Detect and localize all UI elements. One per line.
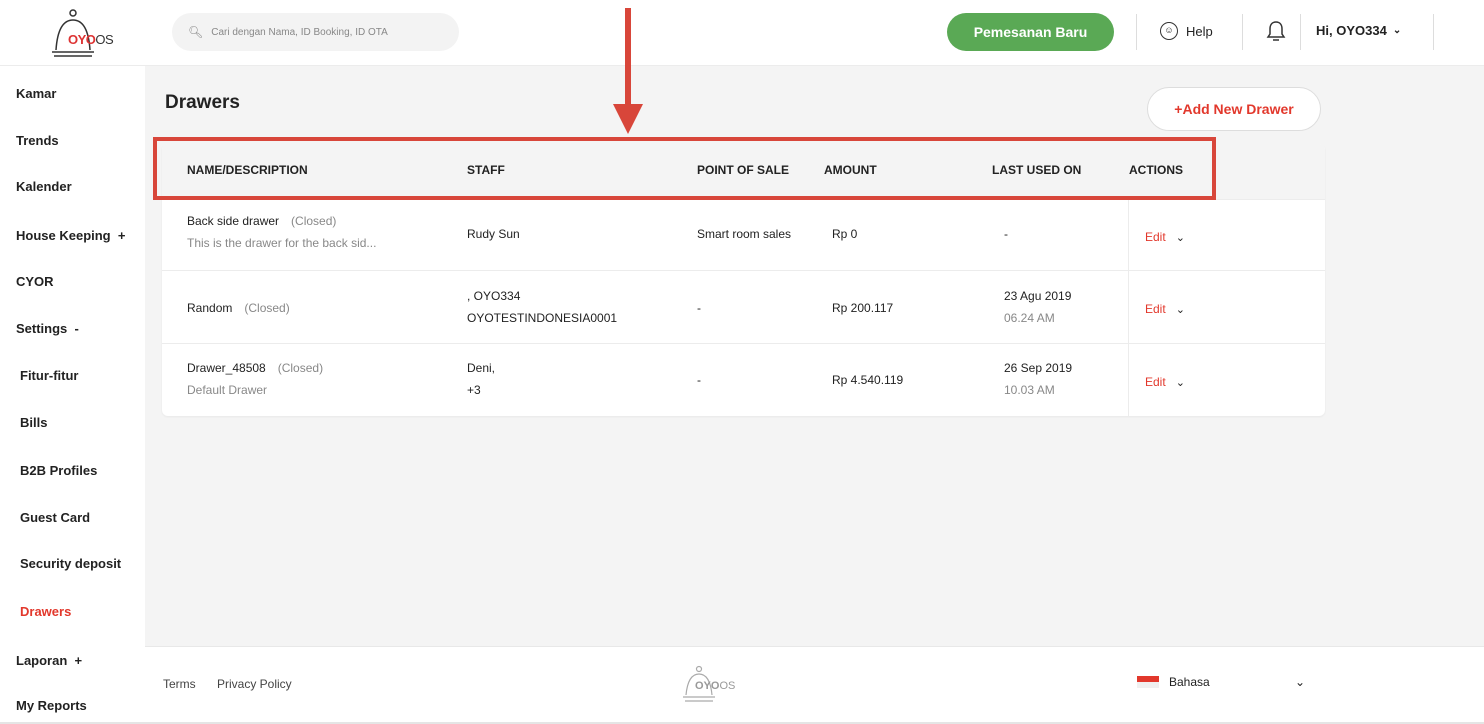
sidebar-item-my-reports[interactable]: My Reports — [16, 698, 87, 713]
sidebar-item-guest-card[interactable]: Guest Card — [20, 510, 90, 525]
logo-text: OYOOS — [68, 32, 114, 47]
notification-bell-icon[interactable] — [1266, 20, 1286, 47]
edit-action[interactable]: Edit ⌄ — [1145, 302, 1185, 316]
actions-cell-divider — [1128, 344, 1129, 416]
table-row: Random (Closed) , OYO334 OYOTESTINDONESIA… — [162, 270, 1325, 343]
table-header: NAME/DESCRIPTION STAFF POINT OF SALE AMO… — [162, 144, 1325, 199]
drawer-description: This is the drawer for the back sid... — [187, 236, 377, 250]
sidebar-item-trends[interactable]: Trends — [16, 133, 59, 148]
divider — [1433, 14, 1434, 50]
sidebar-item-bills[interactable]: Bills — [20, 415, 47, 430]
drawer-name[interactable]: Drawer_48508 (Closed) — [187, 361, 323, 375]
last-used-time: 10.03 AM — [1004, 383, 1055, 397]
amount-cell: Rp 200.117 — [832, 301, 894, 315]
drawer-name-text: Drawer_48508 — [187, 361, 266, 375]
column-header-name: NAME/DESCRIPTION — [187, 163, 308, 177]
sidebar-item-laporan[interactable]: Laporan + — [16, 653, 82, 668]
new-booking-button[interactable]: Pemesanan Baru — [947, 13, 1114, 51]
column-header-last-used: LAST USED ON — [992, 163, 1082, 177]
drawer-name-text: Random — [187, 301, 233, 315]
drawer-description: Default Drawer — [187, 383, 268, 397]
column-header-amount: AMOUNT — [824, 163, 877, 177]
edit-label: Edit — [1145, 230, 1166, 244]
amount-cell: Rp 0 — [832, 227, 858, 241]
sidebar: Kamar Trends Kalender House Keeping + CY… — [0, 66, 145, 724]
divider — [1136, 14, 1137, 50]
top-bar: OYOOS 🔍︎ Pemesanan Baru ☺ Help Hi, OYO33… — [0, 0, 1484, 66]
staff-cell-secondary: +3 — [467, 383, 481, 397]
chevron-down-icon[interactable]: ⌄ — [1176, 303, 1185, 316]
divider — [1300, 14, 1301, 50]
staff-cell: Deni, — [467, 361, 496, 375]
sidebar-item-cyor[interactable]: CYOR — [16, 274, 54, 289]
staff-cell: Rudy Sun — [467, 227, 520, 241]
edit-label: Edit — [1145, 375, 1166, 389]
last-used-time: 06.24 AM — [1004, 311, 1055, 325]
drawer-name[interactable]: Random (Closed) — [187, 301, 290, 315]
edit-action[interactable]: Edit ⌄ — [1145, 375, 1185, 389]
sidebar-item-drawers[interactable]: Drawers — [20, 604, 71, 619]
chevron-down-icon[interactable]: ⌄ — [1295, 675, 1305, 689]
pos-cell: Smart room sales — [697, 227, 792, 241]
language-label: Bahasa — [1169, 675, 1210, 689]
search-bar[interactable]: 🔍︎ — [172, 13, 459, 51]
user-greeting: Hi, OYO334 — [1316, 23, 1387, 38]
footer: Terms Privacy Policy OYOOS Bahasa ⌄ — [145, 646, 1484, 724]
sidebar-item-security-deposit[interactable]: Security deposit — [20, 556, 121, 571]
oyo-os-logo[interactable]: OYOOS — [48, 8, 148, 60]
drawer-name[interactable]: Back side drawer (Closed) — [187, 214, 336, 228]
sidebar-item-kalender[interactable]: Kalender — [16, 179, 72, 194]
indonesia-flag-icon — [1137, 676, 1159, 688]
drawer-status: (Closed) — [277, 361, 324, 375]
sidebar-item-kamar[interactable]: Kamar — [16, 86, 56, 101]
pos-cell: - — [697, 373, 701, 387]
sidebar-item-fitur-fitur[interactable]: Fitur-fitur — [20, 368, 78, 383]
drawers-table: NAME/DESCRIPTION STAFF POINT OF SALE AMO… — [162, 144, 1325, 416]
drawer-status: (Closed) — [244, 301, 290, 315]
help-face-icon: ☺ — [1160, 22, 1178, 40]
terms-link[interactable]: Terms — [163, 677, 196, 691]
user-menu[interactable]: Hi, OYO334 ⌄ — [1316, 23, 1401, 38]
table-row: Back side drawer (Closed) This is the dra… — [162, 199, 1325, 270]
edit-label: Edit — [1145, 302, 1166, 316]
sidebar-item-b2b-profiles[interactable]: B2B Profiles — [20, 463, 97, 478]
drawer-status: (Closed) — [291, 214, 337, 228]
column-header-staff: STAFF — [467, 163, 505, 177]
search-icon: 🔍︎ — [188, 25, 204, 39]
chevron-down-icon: ⌄ — [1392, 25, 1402, 36]
actions-cell-divider — [1128, 271, 1129, 343]
amount-cell: Rp 4.540.119 — [832, 373, 904, 387]
last-used-date: 23 Agu 2019 — [1004, 289, 1072, 303]
privacy-policy-link[interactable]: Privacy Policy — [217, 677, 292, 691]
column-header-pos: POINT OF SALE — [697, 163, 790, 177]
table-row: Drawer_48508 (Closed) Default Drawer Deni… — [162, 343, 1325, 416]
add-new-drawer-button[interactable]: +Add New Drawer — [1147, 87, 1321, 131]
language-selector[interactable]: Bahasa — [1137, 675, 1210, 689]
chevron-down-icon[interactable]: ⌄ — [1176, 231, 1185, 244]
help-label: Help — [1186, 23, 1213, 39]
sidebar-item-house-keeping[interactable]: House Keeping + — [16, 228, 125, 243]
last-used-date: 26 Sep 2019 — [1004, 361, 1073, 375]
edit-action[interactable]: Edit ⌄ — [1145, 230, 1185, 244]
chevron-down-icon[interactable]: ⌄ — [1176, 376, 1185, 389]
divider — [1242, 14, 1243, 50]
staff-cell-secondary: OYOTESTINDONESIA0001 — [467, 311, 618, 325]
sidebar-item-settings[interactable]: Settings - — [16, 321, 79, 336]
pos-cell: - — [697, 301, 701, 315]
main-content: Drawers +Add New Drawer NAME/DESCRIPTION… — [145, 66, 1484, 646]
staff-cell: , OYO334 — [467, 289, 521, 303]
actions-cell-divider — [1128, 200, 1129, 270]
page-title: Drawers — [165, 92, 240, 113]
search-input[interactable] — [211, 26, 452, 38]
last-used-date: - — [1004, 227, 1008, 241]
help-button[interactable]: ☺ Help — [1160, 22, 1213, 40]
drawer-name-text: Back side drawer — [187, 214, 280, 228]
column-header-actions: ACTIONS — [1129, 163, 1183, 177]
footer-logo-text: OYOOS — [695, 680, 736, 692]
footer-oyo-os-logo: OYOOS — [681, 665, 761, 705]
